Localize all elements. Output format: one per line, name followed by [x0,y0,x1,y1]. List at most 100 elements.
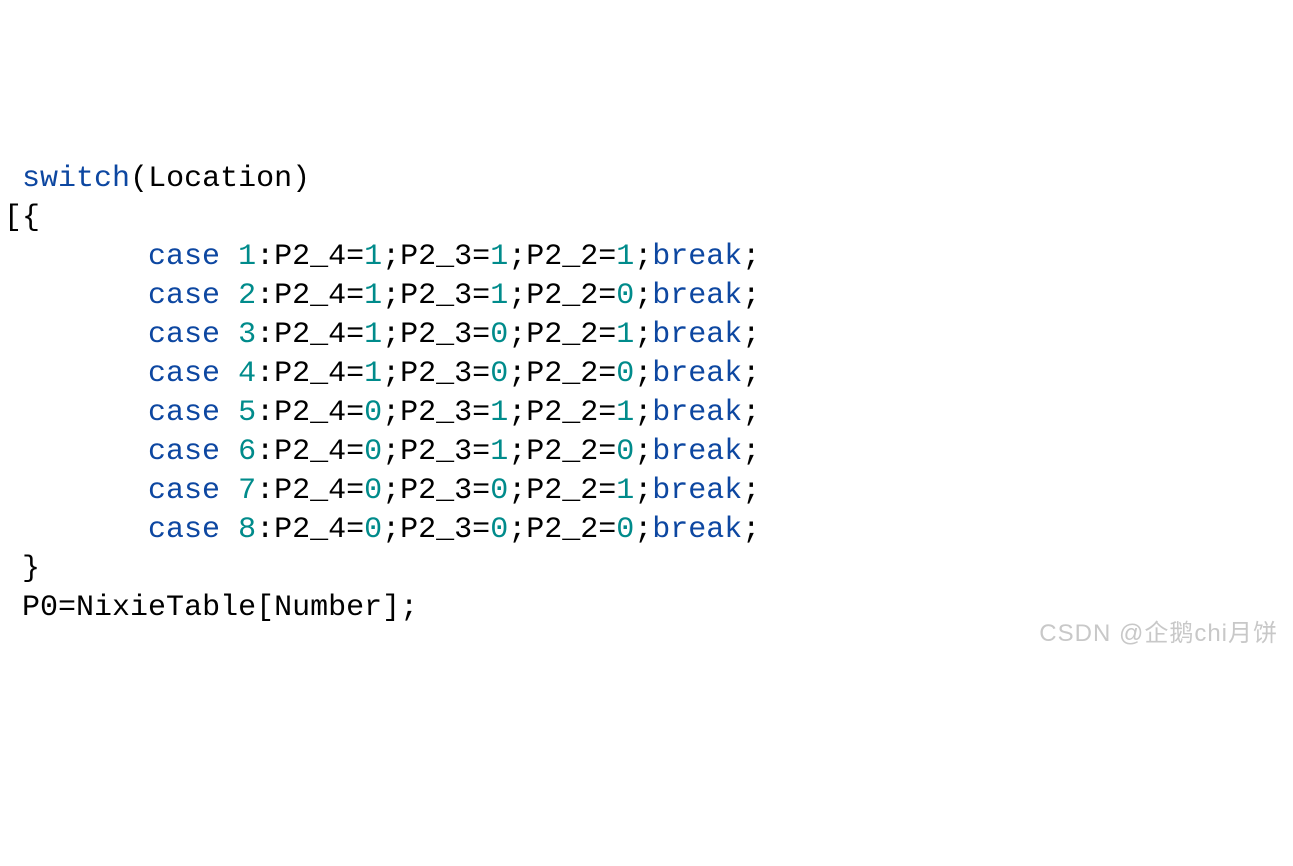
eq: = [346,396,364,430]
p2-3: P2_3 [400,318,472,352]
case-num: 3 [238,318,256,352]
p2-3: P2_3 [400,513,472,547]
semi: ; [634,513,652,547]
val: 0 [490,513,508,547]
p2-3: P2_3 [400,240,472,274]
val: 0 [616,513,634,547]
semi: ; [742,240,760,274]
case-1: case 1:P2_4=1;P2_3=1;P2_2=1;break; [4,240,760,274]
eq: = [346,513,364,547]
semi: ; [400,591,418,625]
line-last: P0=NixieTable[Number]; [4,591,418,625]
colon: : [256,396,274,430]
paren-open: ( [130,162,148,196]
colon: : [256,318,274,352]
kw-case: case [148,240,220,274]
semi: ; [634,240,652,274]
p2-3: P2_3 [400,396,472,430]
eq: = [472,279,490,313]
case-num: 7 [238,474,256,508]
val: 0 [364,474,382,508]
number-var: Number [274,591,382,625]
eq: = [472,435,490,469]
p0: P0 [22,591,58,625]
case-2: case 2:P2_4=1;P2_3=1;P2_2=0;break; [4,279,760,313]
semi: ; [634,357,652,391]
colon: : [256,474,274,508]
eq: = [472,240,490,274]
semi: ; [634,474,652,508]
val: 1 [616,318,634,352]
val: 1 [364,357,382,391]
val: 0 [490,474,508,508]
semi: ; [382,240,400,274]
val: 1 [616,474,634,508]
p2-4: P2_4 [274,279,346,313]
kw-break: break [652,396,742,430]
semi: ; [508,357,526,391]
eq: = [58,591,76,625]
p2-3: P2_3 [400,435,472,469]
nixietable: NixieTable [76,591,256,625]
eq: = [346,279,364,313]
kw-case: case [148,279,220,313]
val: 0 [616,357,634,391]
val: 0 [364,435,382,469]
semi: ; [742,474,760,508]
p2-3: P2_3 [400,357,472,391]
eq: = [346,357,364,391]
line-1: switch(Location) [4,162,310,196]
kw-break: break [652,474,742,508]
semi: ; [742,396,760,430]
colon: : [256,357,274,391]
semi: ; [634,396,652,430]
line-brace-close: } [4,552,40,586]
indent [4,240,148,274]
semi: ; [382,474,400,508]
eq: = [598,435,616,469]
indent [4,474,148,508]
p2-4: P2_4 [274,318,346,352]
semi: ; [634,279,652,313]
semi: ; [508,396,526,430]
code-block: switch(Location) [{ case 1:P2_4=1;P2_3=1… [4,121,1289,628]
p2-3: P2_3 [400,279,472,313]
p2-4: P2_4 [274,396,346,430]
p2-4: P2_4 [274,474,346,508]
eq: = [598,357,616,391]
eq: = [346,318,364,352]
eq: = [598,513,616,547]
val: 0 [616,435,634,469]
semi: ; [508,513,526,547]
p2-2: P2_2 [526,279,598,313]
kw-case: case [148,396,220,430]
val: 0 [490,318,508,352]
bracket-open: [ [4,201,22,235]
case-num: 5 [238,396,256,430]
kw-break: break [652,435,742,469]
eq: = [346,474,364,508]
semi: ; [508,240,526,274]
val: 1 [364,279,382,313]
semi: ; [382,279,400,313]
case-5: case 5:P2_4=0;P2_3=1;P2_2=1;break; [4,396,760,430]
kw-case: case [148,318,220,352]
eq: = [472,357,490,391]
semi: ; [634,435,652,469]
semi: ; [382,357,400,391]
eq: = [472,396,490,430]
p2-2: P2_2 [526,357,598,391]
lbracket: [ [256,591,274,625]
val: 1 [616,396,634,430]
colon: : [256,435,274,469]
case-num: 8 [238,513,256,547]
indent [4,357,148,391]
val: 1 [490,435,508,469]
semi: ; [508,279,526,313]
val: 0 [364,396,382,430]
colon: : [256,279,274,313]
kw-break: break [652,279,742,313]
p2-4: P2_4 [274,513,346,547]
case-4: case 4:P2_4=1;P2_3=0;P2_2=0;break; [4,357,760,391]
val: 1 [616,240,634,274]
